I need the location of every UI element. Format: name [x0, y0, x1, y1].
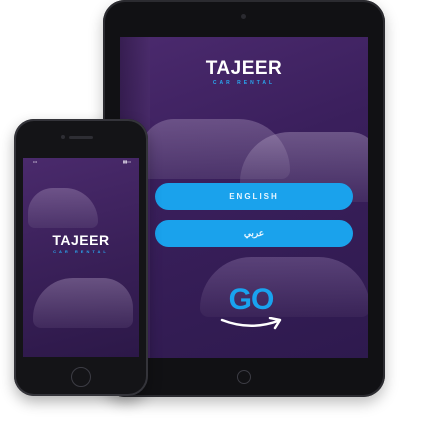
english-button[interactable]: ENGLISH [155, 183, 353, 210]
logo-name: TAJEER [52, 232, 110, 248]
logo-tagline: CAR RENTAL [53, 249, 109, 254]
phone-screen: ••• ▮▮▭ TAJEER CAR RENTAL [23, 158, 139, 357]
signal-icon: ••• [33, 159, 38, 164]
logo-name: TAJEER [205, 58, 283, 79]
tablet-screen: TAJEER CAR RENTAL ENGLISH عربي GO [120, 37, 368, 358]
logo-tagline: CAR RENTAL [212, 80, 276, 86]
status-bar: ••• ▮▮▭ [23, 158, 139, 166]
app-logo: TAJEER CAR RENTAL [43, 233, 119, 254]
arabic-button[interactable]: عربي [155, 220, 353, 247]
tablet-camera [241, 14, 246, 19]
app-logo: TAJEER CAR RENTAL [180, 59, 308, 86]
battery-icon: ▮▮▭ [122, 159, 131, 164]
phone-speaker [69, 136, 93, 139]
tablet-home-button[interactable] [237, 370, 251, 384]
go-logo[interactable]: GO [216, 285, 286, 345]
background-car-image [33, 278, 133, 328]
phone-home-button[interactable] [71, 367, 91, 387]
swoosh-arrow-icon [220, 317, 282, 330]
go-text: GO [228, 283, 275, 316]
phone-device: ••• ▮▮▭ TAJEER CAR RENTAL [14, 119, 148, 396]
background-car-image [28, 188, 98, 228]
phone-camera [61, 135, 65, 139]
